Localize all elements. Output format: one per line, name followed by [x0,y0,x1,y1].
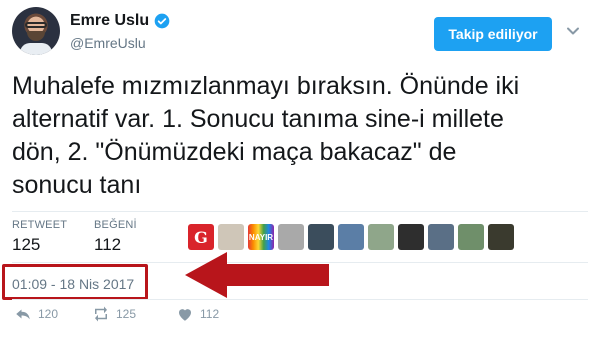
avatar-thumb-avatar[interactable] [488,224,514,250]
reply-icon [16,309,30,320]
retweet-icon [95,306,107,322]
red-arrow-annotation [185,252,329,298]
retweet-action[interactable]: 125 [92,305,136,323]
avatar-thumb-avatar[interactable] [398,224,424,250]
tweet-line: sonucu tanı [12,171,142,199]
tweet-line: alternatif var. 1. Sonucu tanıma sine-i … [12,105,504,133]
following-button[interactable]: Takip ediliyor [434,17,552,51]
avatar-thumb-avatar[interactable] [308,224,334,250]
avatar-beard [27,31,45,41]
liker-label [338,224,364,250]
liker-label: G [194,227,208,247]
liker-label [308,224,334,250]
avatar-shirt [20,43,52,55]
liker-label [398,224,424,250]
tweet-line: dön, 2. "Önümüzdeki maça bakacaz" de [12,138,457,166]
tweet-timestamp[interactable]: 01:09 - 18 Nis 2017 [12,276,134,292]
avatar-thumb-avatar[interactable] [278,224,304,250]
avatar-thumb-avatar[interactable] [428,224,454,250]
user-name[interactable]: Emre Uslu [70,12,149,30]
tweet-line: Muhalefe mızmızlanmayı bıraksın. Önünde … [12,72,520,100]
avatar-thumb-avatar[interactable] [368,224,394,250]
divider [12,211,588,212]
liker-label [428,224,454,250]
like-stat-value: 112 [94,235,122,254]
liker-label [218,224,244,250]
liker-label [488,224,514,250]
like-count: 112 [200,307,220,321]
rainbow-nayir-avatar[interactable]: NAYIR [248,224,274,250]
profile-avatar[interactable] [12,7,60,55]
chevron-down-icon[interactable] [566,24,580,38]
divider [12,299,588,300]
heart-icon [179,309,191,321]
user-name-row: Emre Uslu [70,12,170,30]
liker-label: NAYIR [248,232,274,242]
g-logo-avatar[interactable]: G [188,224,214,250]
retweet-stat-label: RETWEET [12,219,68,231]
reply-count: 120 [38,307,59,321]
like-action[interactable]: 112 [176,305,219,323]
verified-badge-icon [154,13,170,29]
avatar-glasses [25,22,47,28]
reply-action[interactable]: 120 [14,305,58,323]
retweet-stat-value: 125 [12,235,41,254]
liker-label [278,224,304,250]
liker-avatars: G NAYIR [188,224,514,250]
tweet-text: Muhalefe mızmızlanmayı bıraksın. Önünde … [12,70,592,202]
like-stat-label: BEĞENİ [94,219,137,231]
liker-label [458,224,484,250]
avatar-thumb-avatar[interactable] [458,224,484,250]
liker-label [368,224,394,250]
like-stat[interactable]: BEĞENİ 112 [94,219,137,255]
retweet-count: 125 [116,307,137,321]
popeye-thumb-avatar[interactable] [338,224,364,250]
user-handle[interactable]: @EmreUslu [70,35,146,51]
document-thumb-avatar[interactable] [218,224,244,250]
retweet-stat[interactable]: RETWEET 125 [12,219,67,255]
